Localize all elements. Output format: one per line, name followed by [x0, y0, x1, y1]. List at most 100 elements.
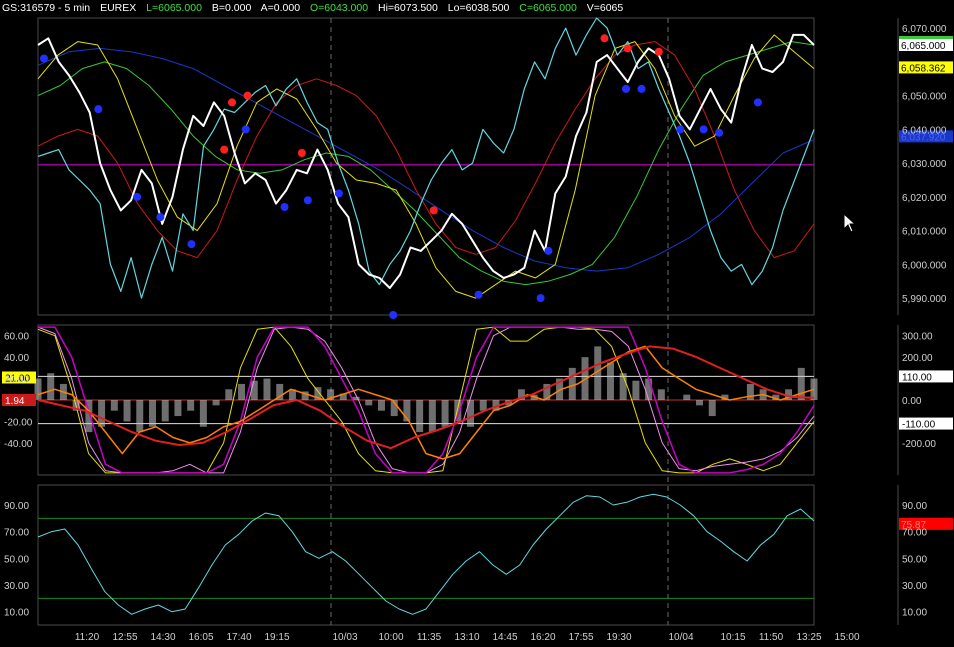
signal-dot-blue: [156, 213, 165, 222]
signal-dot-blue: [474, 290, 483, 299]
signal-dot-blue: [544, 246, 553, 255]
series-green: [37, 41, 815, 286]
x-tick-label: 13:10: [454, 632, 479, 643]
tick-label: 6,040.000: [902, 125, 947, 136]
price-panel: 6,065.0006,058.3626,037.920: [37, 17, 953, 319]
x-tick-label: 10:00: [378, 632, 403, 643]
x-tick-label: 12:55: [112, 632, 137, 643]
series-blue: [37, 47, 815, 272]
tick-label: 60.00: [4, 332, 29, 343]
x-tick-label: 11:50: [759, 632, 784, 643]
oscillator-badge-label: 1.94: [5, 396, 25, 407]
signal-dot-red: [243, 91, 252, 100]
x-tick-label: 16:05: [188, 632, 213, 643]
ask-price: A=0.000: [260, 2, 301, 14]
signal-dot-blue: [715, 128, 724, 137]
rsi-panel: 75.87: [37, 493, 953, 615]
tick-label: 10.00: [4, 608, 29, 619]
signal-dot-blue: [622, 84, 630, 93]
signal-dot-red: [600, 34, 609, 43]
price-badge-label: 6,065.000: [901, 41, 946, 52]
tick-label: 6,030.000: [902, 159, 947, 170]
oscillator-badge-label: 110.00: [902, 372, 932, 383]
x-tick-label: 11:20: [75, 632, 100, 643]
x-tick-label: 17:40: [226, 632, 251, 643]
signal-dot-blue: [676, 125, 685, 134]
tick-label: 40.00: [4, 353, 29, 364]
tick-label: 6,070.000: [902, 24, 947, 35]
signal-dot-red: [429, 206, 438, 215]
signal-dot-blue: [94, 105, 103, 114]
bid-price: B=0.000: [211, 2, 252, 14]
signal-dot-blue: [637, 84, 646, 93]
oscillator-badge-label: -110.00: [902, 420, 936, 431]
tick-label: 6,050.000: [902, 92, 947, 103]
x-tick-label: 11:35: [417, 632, 442, 643]
signal-dot-blue: [133, 192, 142, 201]
tick-label: 90.00: [902, 501, 927, 512]
x-tick-label: 14:45: [492, 632, 517, 643]
tick-label: 90.00: [4, 501, 29, 512]
symbol-label: GS:316579 - 5 min: [2, 2, 91, 14]
price-badge-label: 6,058.362: [901, 63, 946, 74]
tick-label: 200.00: [902, 353, 933, 364]
tick-label: -200.00: [902, 439, 936, 450]
quote-header: GS:316579 - 5 min EUREX L=6065.000 B=0.0…: [2, 0, 630, 16]
tick-label: 6,020.000: [902, 193, 947, 204]
chart-window: { "header": { "symbol": "GS:316579 - 5 m…: [0, 0, 954, 647]
x-tick-label: 16:20: [530, 632, 555, 643]
price-badge-bar: [899, 36, 953, 39]
signal-dot-blue: [40, 54, 48, 63]
tick-label: 5,990.000: [902, 294, 947, 305]
tick-label: 70.00: [902, 528, 927, 539]
exchange-label: EUREX: [100, 2, 137, 14]
tick-label: 6,010.000: [902, 227, 947, 238]
signal-dot-blue: [699, 125, 708, 134]
series-red: [37, 41, 815, 259]
x-tick-label: 10/04: [668, 632, 693, 643]
signal-dot-red: [623, 44, 632, 53]
signal-dot-blue: [303, 196, 312, 205]
tick-label: 300.00: [902, 332, 933, 343]
volume-label: V=6065: [586, 2, 624, 14]
mouse-pointer-icon: [843, 213, 857, 233]
signal-dot-blue: [334, 189, 343, 198]
last-price: L=6065.000: [146, 2, 202, 14]
tick-label: 6,000.000: [902, 260, 947, 271]
tick-label: 70.00: [4, 528, 29, 539]
low-price: Lo=6038.500: [447, 2, 510, 14]
high-price: Hi=6073.500: [378, 2, 438, 14]
tick-label: -20.00: [4, 417, 33, 428]
x-tick-label: 19:30: [606, 632, 631, 643]
tick-label: 10.00: [902, 608, 927, 619]
tick-label: 50.00: [902, 554, 927, 565]
tick-label: 30.00: [4, 581, 29, 592]
signal-dot-red: [297, 149, 306, 157]
x-tick-label: 14:30: [150, 632, 175, 643]
chart-canvas: 6,065.0006,058.3626,037.920 21.001.94110…: [2, 17, 953, 643]
x-tick-label: 15:00: [834, 632, 859, 643]
panel-border: [37, 17, 815, 316]
series-price: [37, 33, 815, 289]
tick-label: -40.00: [4, 439, 33, 450]
series-red: [37, 345, 815, 450]
tick-label: 0.00: [902, 396, 922, 407]
x-tick-label: 17:55: [568, 632, 593, 643]
open-price: O=6043.000: [309, 2, 369, 14]
signal-dot-red: [654, 47, 663, 56]
signal-dot-blue: [536, 294, 545, 303]
tick-label: 30.00: [902, 581, 927, 592]
close-price: C=6065.000: [519, 2, 577, 14]
x-tick-label: 13:25: [796, 632, 821, 643]
signal-dot-blue: [187, 240, 196, 249]
signal-dot-red: [228, 98, 236, 107]
x-tick-label: 10:15: [720, 632, 745, 643]
oscillator-panel: 21.001.94110.00-110.00: [2, 326, 953, 474]
signal-dot-blue: [241, 125, 250, 134]
tick-label: 20.00: [4, 375, 29, 386]
signal-dot-red: [220, 145, 229, 154]
x-tick-label: 10/03: [332, 632, 357, 643]
panel-border: [37, 484, 815, 626]
signal-dot-blue: [280, 203, 289, 211]
series-rsi: [37, 493, 815, 615]
